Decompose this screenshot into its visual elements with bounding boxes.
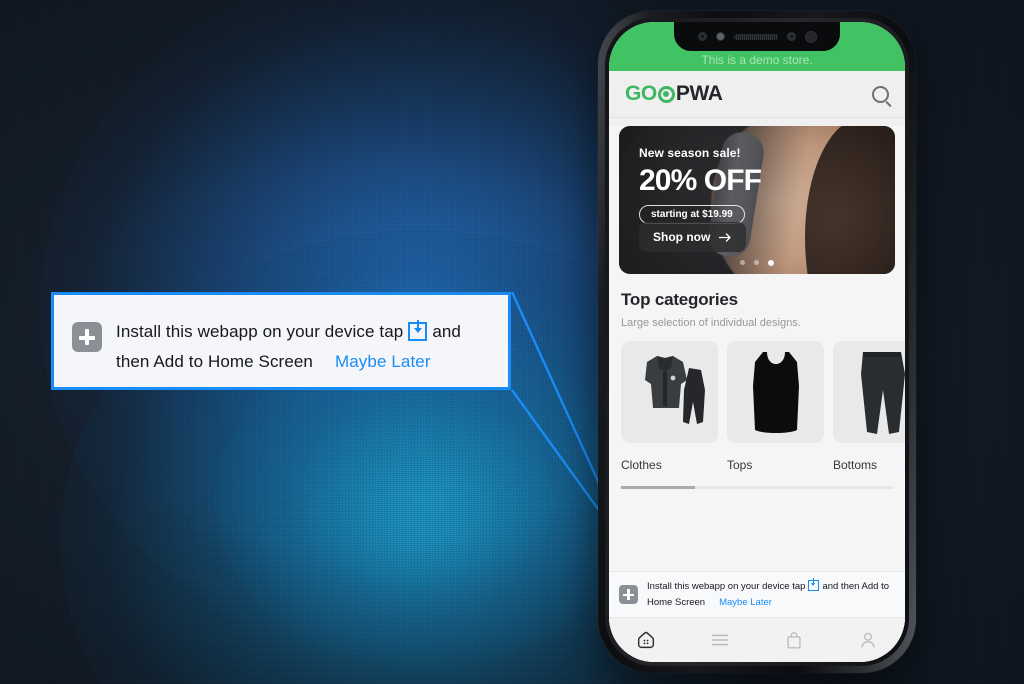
gopwa-logo[interactable]: GO PWA bbox=[625, 82, 723, 106]
shop-now-label: Shop now bbox=[653, 230, 711, 244]
scrollbar-thumb[interactable] bbox=[621, 486, 695, 489]
smartphone-mockup: This is a demo store. GO PWA New season … bbox=[598, 11, 916, 673]
tank-top-product-image bbox=[727, 341, 824, 443]
phone-screen: This is a demo store. GO PWA New season … bbox=[609, 22, 905, 662]
install-prompt-callout: Install this webapp on your device tap an… bbox=[51, 292, 511, 390]
phone-notch bbox=[674, 22, 840, 51]
top-categories-section: Top categories Large selection of indivi… bbox=[609, 274, 905, 489]
category-card-tops[interactable]: Tops bbox=[727, 341, 824, 472]
search-icon[interactable] bbox=[872, 85, 889, 103]
nav-item-home[interactable] bbox=[609, 629, 683, 651]
speaker-grille-icon bbox=[733, 33, 778, 40]
plus-badge-icon bbox=[72, 322, 102, 352]
share-ios-icon bbox=[408, 320, 428, 341]
hamburger-menu-icon bbox=[711, 634, 729, 646]
sensor-dot-icon bbox=[715, 32, 725, 41]
category-tiles: Clothes Tops Bottoms bbox=[621, 341, 905, 472]
install-bar-text: Install this webapp on your device tap an… bbox=[647, 578, 895, 611]
maybe-later-link[interactable]: Maybe Later bbox=[719, 597, 772, 608]
bottom-navigation bbox=[609, 618, 905, 662]
callout-text: Install this webapp on your device tap an… bbox=[116, 317, 492, 377]
carousel-dot-1[interactable] bbox=[740, 260, 745, 265]
categories-subtitle: Large selection of individual designs. bbox=[621, 317, 801, 329]
nav-item-account[interactable] bbox=[831, 629, 905, 651]
demo-store-text: This is a demo store. bbox=[701, 53, 813, 67]
install-bar-text-part1: Install this webapp on your device tap bbox=[647, 580, 806, 592]
home-icon bbox=[637, 631, 655, 649]
target-icon bbox=[657, 85, 675, 103]
hero-copy: New season sale! 20% OFF starting at $19… bbox=[639, 146, 895, 224]
nav-item-menu[interactable] bbox=[683, 629, 757, 651]
categories-title: Top categories bbox=[621, 290, 738, 309]
sensor-icon bbox=[786, 32, 796, 41]
user-account-icon bbox=[861, 632, 875, 648]
callout-text-part1: Install this webapp on your device tap bbox=[116, 322, 404, 341]
arrow-right-icon bbox=[719, 232, 731, 242]
phone-bezel: This is a demo store. GO PWA New season … bbox=[605, 18, 909, 666]
hero-promo-banner[interactable]: New season sale! 20% OFF starting at $19… bbox=[619, 126, 895, 274]
category-card-clothes[interactable]: Clothes bbox=[621, 341, 718, 472]
front-camera-icon bbox=[804, 30, 817, 43]
share-ios-icon bbox=[808, 578, 820, 591]
category-label-tops: Tops bbox=[727, 458, 753, 472]
nav-item-cart[interactable] bbox=[757, 629, 831, 651]
joggers-product-image bbox=[833, 341, 905, 443]
carousel-dot-3[interactable] bbox=[768, 260, 774, 266]
plus-badge-icon bbox=[619, 585, 638, 604]
logo-pwa-text: PWA bbox=[675, 82, 723, 105]
category-card-bottoms[interactable]: Bottoms bbox=[833, 341, 905, 472]
carousel-dot-2[interactable] bbox=[754, 260, 759, 265]
maybe-later-link[interactable]: Maybe Later bbox=[335, 352, 431, 371]
camera-icon bbox=[697, 32, 707, 41]
hero-eyebrow: New season sale! bbox=[639, 146, 741, 160]
tracksuit-product-image bbox=[621, 341, 718, 443]
category-scrollbar[interactable] bbox=[621, 486, 893, 489]
hero-headline: 20% OFF bbox=[639, 164, 762, 197]
carousel-dots[interactable] bbox=[619, 260, 895, 266]
logo-go-text: GO bbox=[625, 82, 657, 105]
category-label-clothes: Clothes bbox=[621, 458, 662, 472]
install-prompt-bar: Install this webapp on your device tap an… bbox=[609, 571, 905, 618]
store-header: GO PWA bbox=[609, 71, 905, 118]
shopping-bag-icon bbox=[787, 632, 801, 649]
shop-now-button[interactable]: Shop now bbox=[639, 222, 747, 252]
category-label-bottoms: Bottoms bbox=[833, 458, 878, 472]
